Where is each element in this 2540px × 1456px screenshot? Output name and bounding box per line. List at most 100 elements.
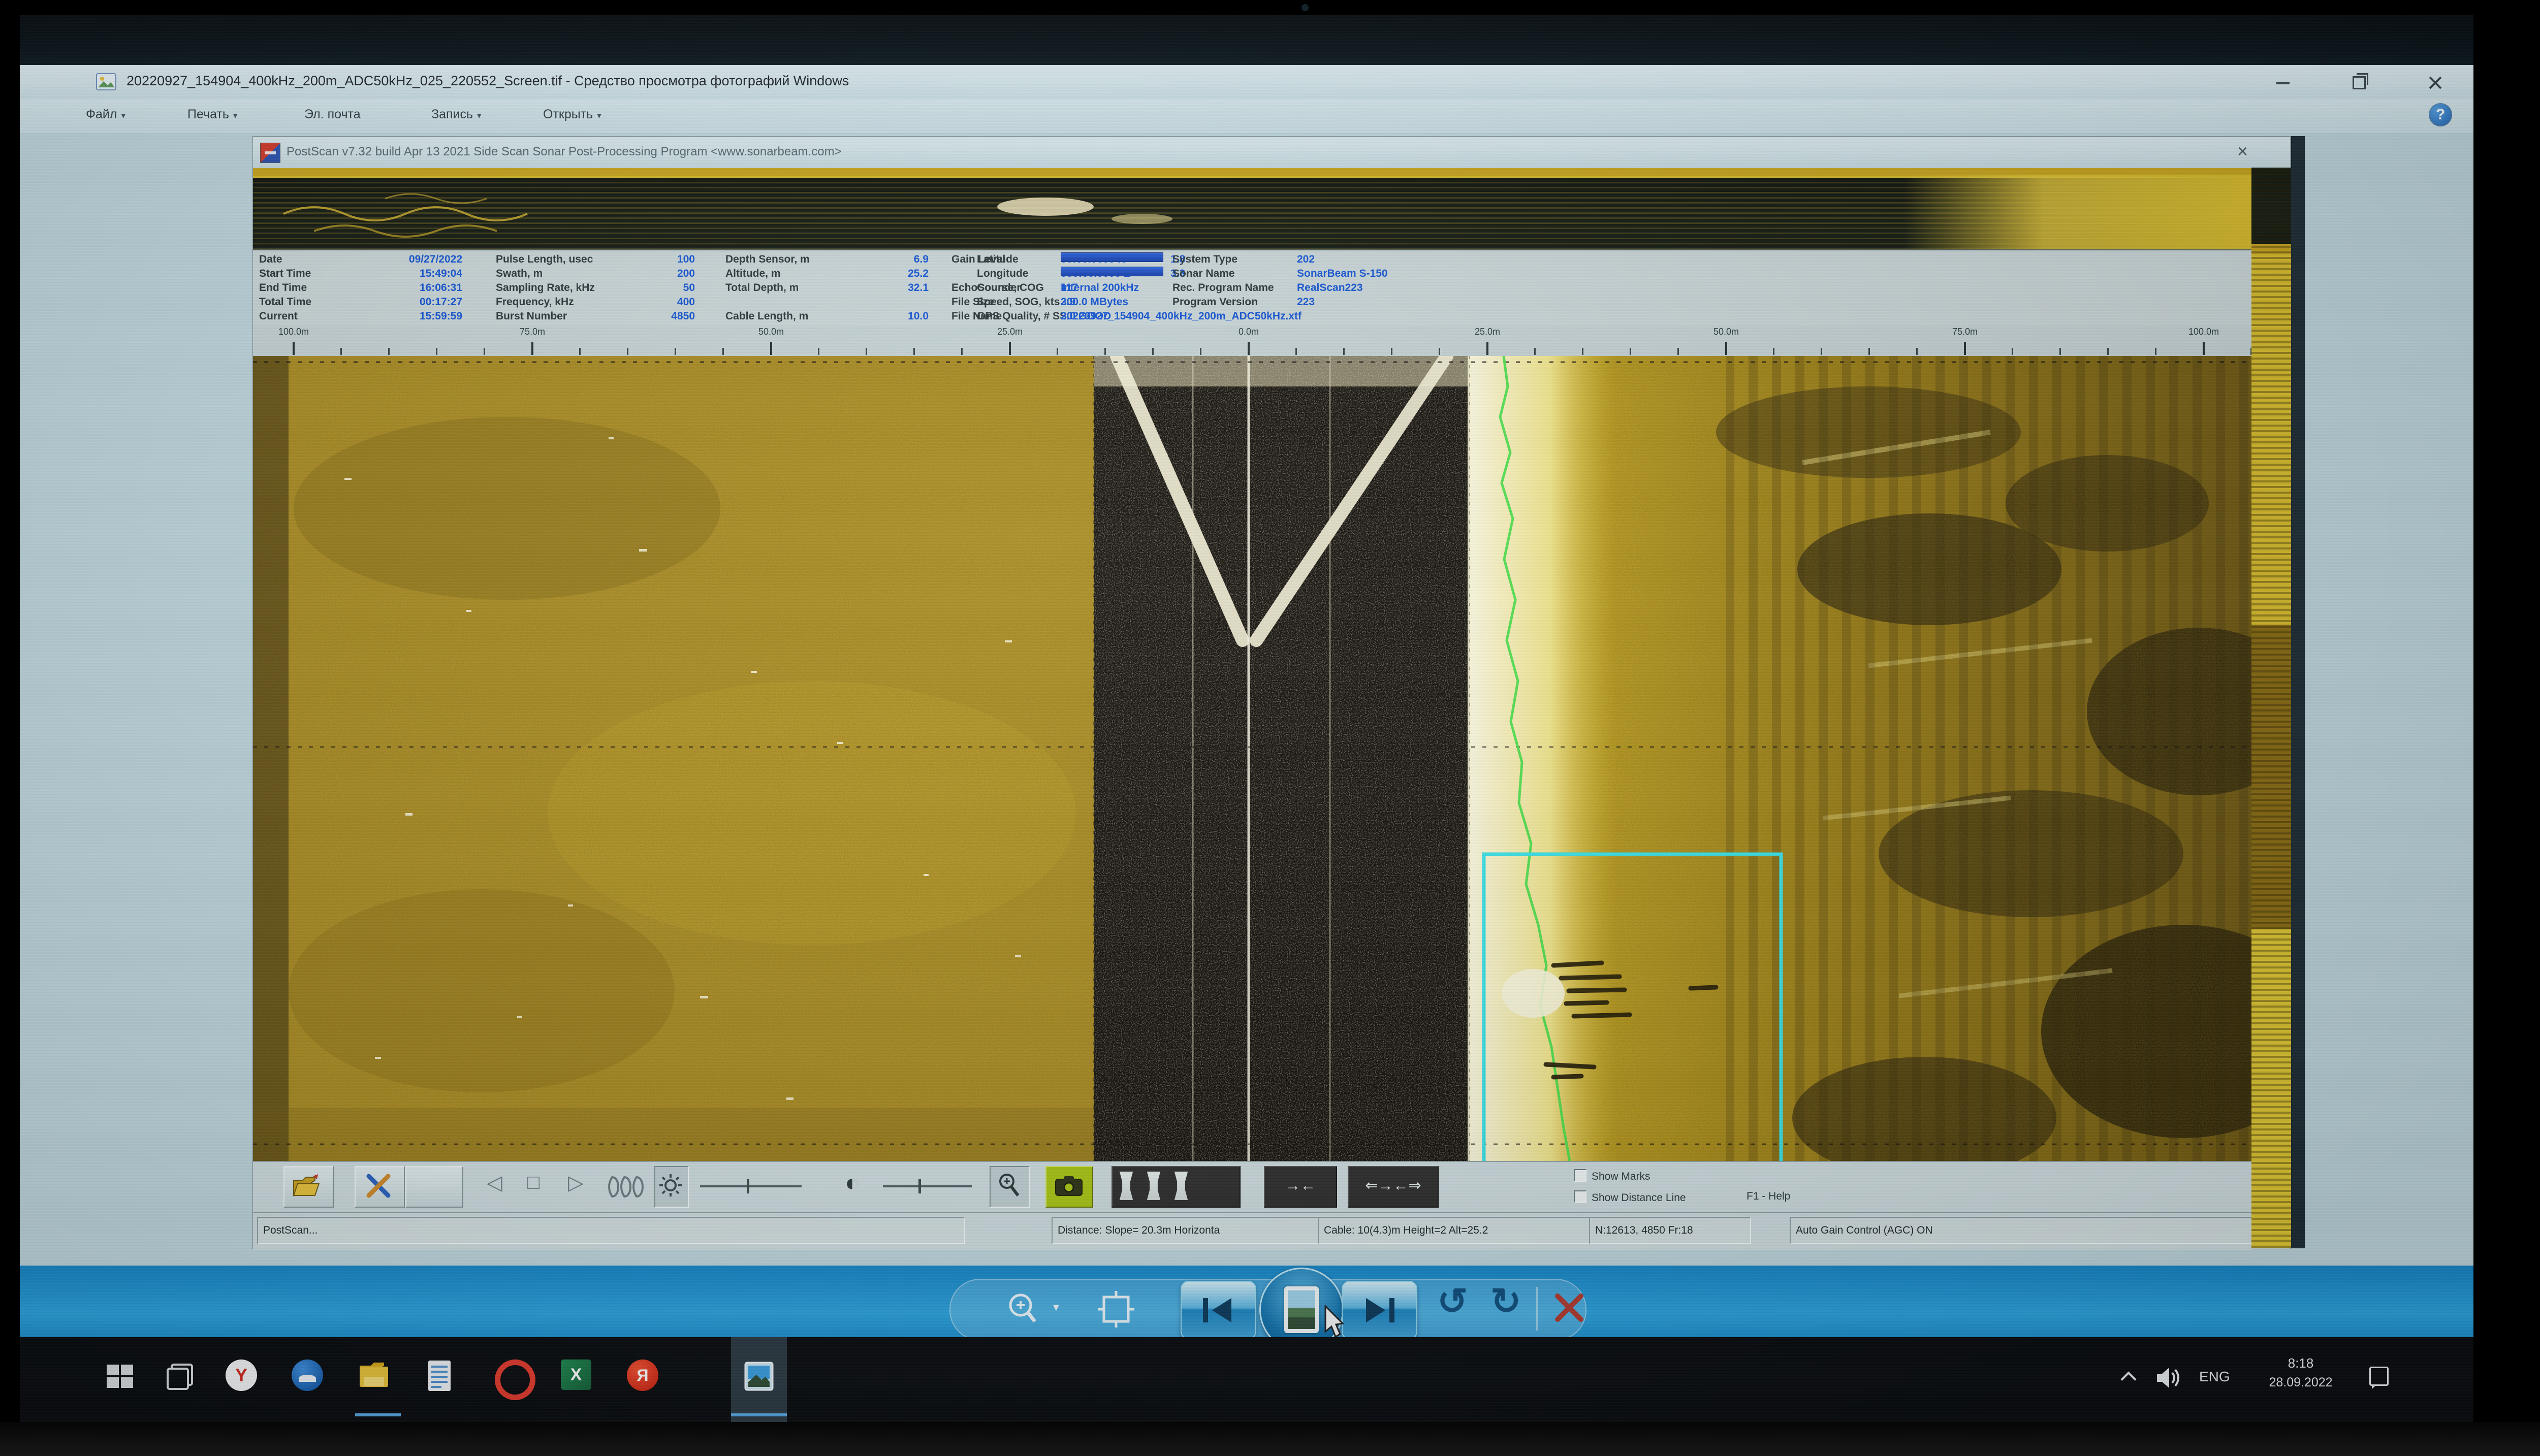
show-marks-checkbox[interactable] [1574, 1169, 1586, 1182]
f1-help-label: F1 - Help [1747, 1190, 1790, 1203]
postscan-statusbar: PostScan... Distance: Slope= 20.3m Horiz… [253, 1212, 2252, 1250]
windows-taskbar: Y X Я [20, 1337, 2473, 1422]
start-button[interactable] [104, 1360, 140, 1396]
range-ruler: 100.0m 75.0m 50.0m 25.0m 0.0m 25.0m 50.0… [253, 326, 2252, 357]
brightness-slider[interactable] [700, 1185, 802, 1187]
play-icon[interactable]: ▷ [568, 1171, 584, 1194]
zoom-dropdown-icon[interactable]: ▼ [1051, 1302, 1061, 1314]
zoom-magnifier-icon [997, 1172, 1021, 1199]
close-icon [2428, 75, 2443, 90]
show-distance-checkbox[interactable] [1574, 1190, 1586, 1203]
waterfall-panel-icon [1170, 1172, 1192, 1200]
expand-correction-button[interactable]: ⇐→←⇒ [1348, 1166, 1439, 1208]
ruler-label: 50.0m [758, 327, 784, 337]
preview-bright-right [1904, 175, 2252, 249]
ruler-label: 100.0m [2188, 327, 2219, 337]
status-counts: N:12613, 4850 Fr:18 [1589, 1217, 1751, 1244]
fit-size-icon[interactable] [1097, 1290, 1135, 1329]
stop-icon[interactable]: □ [527, 1171, 539, 1194]
rotate-ccw-icon[interactable]: ↺ [1437, 1280, 1468, 1322]
open-folder-icon [293, 1173, 323, 1199]
delete-icon[interactable] [1551, 1290, 1587, 1325]
menu-burn[interactable]: Запись▾ [431, 107, 482, 122]
slider-handle[interactable] [747, 1179, 749, 1193]
open-file-button[interactable] [283, 1166, 334, 1208]
telemetry-pulse-group: Pulse Length, usec100 Swath, m200 Sampli… [496, 252, 695, 323]
brightness-button[interactable] [654, 1166, 689, 1208]
tray-chevron-icon[interactable] [2123, 1371, 2136, 1384]
tif-image: PostScan v7.32 build Apr 13 2021 Side Sc… [252, 136, 2305, 1248]
rotate-cw-icon[interactable]: ↻ [1490, 1280, 1521, 1322]
photo-viewer-task-button[interactable] [731, 1337, 787, 1422]
telemetry-time-group: Date09/27/2022 Start Time15:49:04 End Ti… [259, 252, 462, 323]
menu-file[interactable]: Файл▾ [86, 107, 125, 122]
ruler-minor-ticks [253, 348, 2252, 355]
sonar-waterfall[interactable] [253, 356, 2252, 1161]
capture-button[interactable] [1045, 1166, 1093, 1208]
status-cable: Cable: 10(4.3)m Height=2 Alt=25.2 [1318, 1217, 1594, 1244]
zoom-button[interactable] [990, 1166, 1030, 1208]
contrast-slider[interactable] [883, 1185, 972, 1187]
show-marks-row[interactable]: Show Marks [1574, 1169, 1650, 1183]
preview-squiggles [253, 178, 1371, 249]
yandex-app-icon[interactable]: Я [627, 1360, 658, 1391]
slider-handle[interactable] [918, 1179, 921, 1193]
postscan-close-button[interactable]: × [2237, 141, 2268, 163]
next-icon [1362, 1295, 1398, 1325]
notification-icon[interactable] [2369, 1367, 2389, 1386]
fast-forward-icon[interactable] [606, 1175, 647, 1199]
previous-button[interactable] [1181, 1281, 1256, 1340]
excel-icon[interactable]: X [561, 1360, 591, 1390]
sonar-preview-band [253, 168, 2252, 249]
slant-correction-button[interactable]: →← [1264, 1166, 1337, 1208]
file-explorer-icon[interactable] [358, 1360, 394, 1396]
tray-language[interactable]: ENG [2199, 1369, 2230, 1385]
gain-bar-bottom [1061, 267, 1163, 276]
close-button[interactable] [2418, 71, 2453, 93]
ruler-label: 25.0m [997, 327, 1023, 337]
telemetry-system-group: System Type202 Sonar NameSonarBeam S-150… [1172, 252, 1528, 309]
show-distance-row[interactable]: Show Distance Line [1574, 1190, 1686, 1204]
volume-icon[interactable] [2156, 1366, 2182, 1390]
contrast-icon[interactable]: ◐ [845, 1169, 860, 1197]
help-button[interactable]: ? [2429, 103, 2452, 126]
yandex-browser-icon[interactable]: Y [226, 1360, 257, 1391]
status-distance: Distance: Slope= 20.3m Horizonta [1052, 1217, 1323, 1244]
telemetry-panel: Date09/27/2022 Start Time15:49:04 End Ti… [253, 249, 2252, 328]
task-view-button[interactable] [165, 1360, 201, 1396]
waterfall-panel-icon [1115, 1172, 1137, 1200]
close-icon: × [2237, 141, 2248, 161]
arrows-outward-icon: ⇐→←⇒ [1365, 1177, 1421, 1194]
status-app: PostScan... [257, 1217, 965, 1244]
blank-button[interactable] [405, 1166, 463, 1208]
ruler-label: 0.0m [1239, 327, 1259, 337]
tools-button[interactable] [355, 1166, 405, 1208]
window-title: 20220927_154904_400kHz_200m_ADC50kHz_025… [126, 73, 849, 89]
zoom-icon[interactable] [1005, 1290, 1046, 1329]
slideshow-icon [1284, 1286, 1319, 1333]
previous-icon [1201, 1295, 1236, 1325]
menu-email[interactable]: Эл. почта [304, 107, 365, 122]
desktop-top-strip [20, 15, 2473, 65]
chevron-down-icon: ▾ [121, 111, 125, 120]
photo-viewer-canvas: PostScan v7.32 build Apr 13 2021 Side Sc… [20, 133, 2473, 1266]
opera-icon[interactable] [495, 1360, 535, 1400]
restore-button[interactable] [2341, 71, 2377, 93]
photo-viewer-app-icon [96, 73, 116, 90]
blue-round-app-icon[interactable] [292, 1360, 323, 1391]
controls-divider [1536, 1287, 1538, 1331]
chevron-down-icon: ▾ [597, 111, 601, 120]
photo-viewer-menubar: Файл▾ Печать▾ Эл. почта Запись▾ Открыть▾… [20, 99, 2473, 134]
minimize-button[interactable] [2265, 71, 2301, 93]
step-back-icon[interactable]: ◁ [487, 1171, 502, 1194]
webcam-dot [1301, 4, 1309, 11]
menu-print[interactable]: Печать▾ [187, 107, 237, 122]
tray-time: 8:18 [2250, 1355, 2352, 1371]
tools-icon [365, 1172, 392, 1200]
document-viewer-icon[interactable] [426, 1360, 463, 1396]
waterfall-view-button[interactable] [1112, 1166, 1241, 1208]
photo-viewer-icon [744, 1362, 774, 1391]
next-button[interactable] [1342, 1281, 1417, 1340]
tray-clock[interactable]: 8:18 28.09.2022 [2250, 1355, 2352, 1390]
menu-open[interactable]: Открыть▾ [543, 107, 601, 122]
